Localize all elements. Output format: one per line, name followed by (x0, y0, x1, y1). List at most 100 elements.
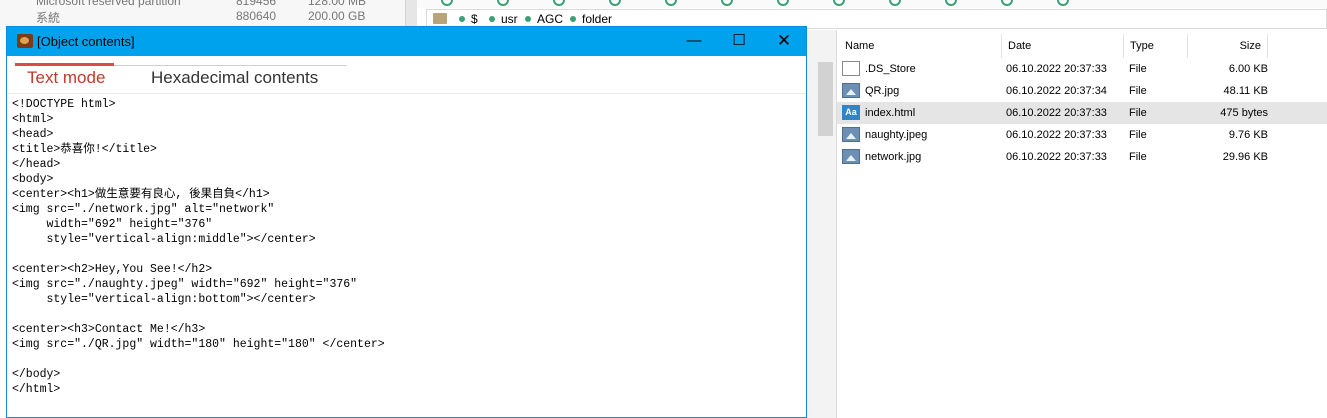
file-name: naughty.jpeg (865, 129, 928, 141)
file-size: 475 bytes (1220, 107, 1268, 119)
code-line: <center><h1>做生意要有良心, 後果自負</h1> (12, 188, 270, 201)
toolbar-pip-icon (721, 0, 733, 6)
file-type: File (1129, 63, 1147, 75)
file-list: Name Date Type Size .DS_Store 06.10.2022… (836, 30, 1327, 418)
toolbar-pip-icon (1001, 0, 1013, 6)
column-header-date[interactable]: Date (1002, 34, 1124, 58)
code-line: style="vertical-align:middle"></center> (12, 233, 316, 246)
file-date: 06.10.2022 20:37:33 (1006, 107, 1107, 119)
file-name: QR.jpg (865, 85, 900, 97)
html-file-icon: Aa (842, 105, 860, 120)
file-row[interactable]: network.jpg 06.10.2022 20:37:33 File 29.… (837, 146, 1327, 168)
background-scrollbar-thumb[interactable] (818, 62, 833, 136)
dialog-titlebar[interactable]: [Object contents] — ☐ ✕ (7, 27, 806, 56)
folder-icon (433, 13, 447, 24)
code-line: <title>恭喜你!</title> (12, 143, 157, 156)
file-type: File (1129, 129, 1147, 141)
code-line: <center><h3>Contact Me!</h3> (12, 323, 206, 336)
breadcrumb-item[interactable]: folder (570, 12, 612, 26)
toolbar-pip-icon (497, 0, 509, 6)
image-file-icon (842, 149, 860, 164)
file-size: 48.11 KB (1223, 85, 1268, 97)
partition-size: 200.00 GB (308, 9, 366, 23)
file-row[interactable]: QR.jpg 06.10.2022 20:37:34 File 48.11 KB (837, 80, 1327, 102)
toolbar-pip-icon (777, 0, 789, 6)
file-name: .DS_Store (865, 63, 916, 75)
partition-row[interactable]: 系統 880640 200.00 GB (0, 8, 405, 25)
code-line: <img src="./naughty.jpeg" width="692" he… (12, 278, 358, 291)
breadcrumb-dot-icon (570, 16, 576, 22)
image-file-icon (842, 127, 860, 142)
code-line: <html> (12, 113, 54, 126)
code-line: <head> (12, 128, 54, 141)
file-type: File (1129, 151, 1147, 163)
toolbar-pip-icon (553, 0, 565, 6)
file-type: File (1129, 85, 1147, 97)
file-list-header: Name Date Type Size (837, 34, 1327, 58)
file-size: 9.76 KB (1228, 129, 1268, 141)
code-line: </html> (12, 383, 61, 396)
file-size: 29.96 KB (1222, 151, 1268, 163)
object-contents-dialog: [Object contents] — ☐ ✕ Text mode Hexade… (6, 26, 807, 418)
code-line: <img src="./QR.jpg" width="180" height="… (12, 338, 385, 351)
dialog-tabs: Text mode Hexadecimal contents (7, 56, 806, 94)
image-file-icon (842, 83, 860, 98)
column-header-name[interactable]: Name (837, 34, 1002, 58)
file-date: 06.10.2022 20:37:33 (1006, 63, 1107, 75)
partition-name: 系統 (36, 11, 61, 25)
code-line: style="vertical-align:bottom"></center> (12, 293, 316, 306)
breadcrumb-item[interactable]: usr (489, 12, 518, 26)
tab-text-mode[interactable]: Text mode (27, 68, 105, 88)
code-line: </body> (12, 368, 61, 381)
tabbar-divider (7, 93, 806, 94)
toolbar-pip-icon (1057, 0, 1069, 6)
dialog-title: [Object contents] (37, 34, 135, 49)
file-row[interactable]: .DS_Store 06.10.2022 20:37:33 File 6.00 … (837, 58, 1327, 80)
tab-divider (114, 65, 347, 66)
file-date: 06.10.2022 20:37:33 (1006, 129, 1107, 141)
minimize-button[interactable]: — (672, 27, 716, 56)
toolbar-pip-icon (833, 0, 845, 6)
file-row[interactable]: naughty.jpeg 06.10.2022 20:37:33 File 9.… (837, 124, 1327, 146)
partition-sectors: 819456 (236, 0, 277, 8)
close-button[interactable]: ✕ (762, 27, 806, 56)
partition-sectors: 880640 (236, 9, 277, 23)
file-name: network.jpg (865, 151, 922, 163)
toolbar-pip-icon (665, 0, 677, 6)
column-header-type[interactable]: Type (1124, 34, 1188, 58)
file-row-selected[interactable]: Aa index.html 06.10.2022 20:37:33 File 4… (837, 102, 1327, 124)
blank-file-icon (842, 61, 860, 76)
code-line: width="692" height="376" (12, 218, 213, 231)
partition-name: Microsoft reserved partition (36, 0, 181, 8)
code-line: </head> (12, 158, 61, 171)
code-line: <!DOCTYPE html> (12, 98, 116, 111)
breadcrumb-item[interactable]: $ (459, 12, 478, 26)
breadcrumb-item[interactable]: AGC (525, 12, 563, 26)
text-content-view[interactable]: <!DOCTYPE html> <html> <head> <title>恭喜你… (12, 97, 802, 415)
tab-hexadecimal-contents[interactable]: Hexadecimal contents (151, 68, 318, 88)
file-date: 06.10.2022 20:37:33 (1006, 151, 1107, 163)
file-date: 06.10.2022 20:37:34 (1006, 85, 1107, 97)
code-line: <body> (12, 173, 54, 186)
maximize-button[interactable]: ☐ (717, 27, 761, 56)
toolbar-pip-icon (889, 0, 901, 6)
active-tab-indicator (15, 63, 114, 66)
code-line: <center><h2>Hey,You See!</h2> (12, 263, 213, 276)
column-header-size[interactable]: Size (1188, 34, 1268, 58)
file-type: File (1129, 107, 1147, 119)
file-size: 6.00 KB (1228, 63, 1268, 75)
toolbar-pip-icon (609, 0, 621, 6)
breadcrumb-dot-icon (459, 16, 465, 22)
toolbar-pip-icon (441, 0, 453, 6)
partition-size: 128.00 MB (308, 0, 367, 8)
file-name: index.html (865, 107, 916, 119)
breadcrumb-dot-icon (489, 16, 495, 22)
toolbar-pip-icon (945, 0, 957, 6)
code-line: <img src="./network.jpg" alt="network" (12, 203, 275, 216)
background-toolbar-strip (417, 0, 1327, 8)
breadcrumb-dot-icon (525, 16, 531, 22)
app-icon (17, 34, 33, 48)
